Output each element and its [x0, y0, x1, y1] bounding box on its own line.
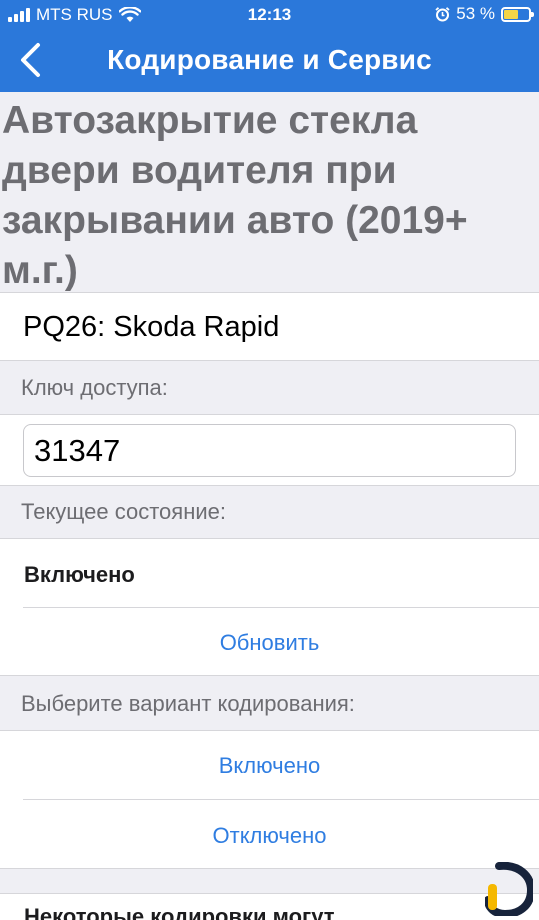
access-key-cell — [0, 414, 539, 486]
coding-options-label: Выберите вариант кодирования: — [21, 691, 355, 716]
model-cell: PQ26: Skoda Rapid — [0, 292, 539, 361]
page-title: Автозакрытие стекла двери водителя при з… — [2, 99, 468, 292]
back-button[interactable] — [10, 38, 50, 82]
current-state-value: Включено — [24, 562, 135, 587]
divider — [23, 607, 539, 608]
coding-option-disabled-button[interactable]: Отключено — [0, 823, 539, 849]
coding-option-enabled-button[interactable]: Включено — [0, 753, 539, 779]
notice-cell: Некоторые кодировки могут — [0, 893, 539, 920]
battery-icon — [501, 6, 534, 22]
divider — [23, 799, 539, 800]
logo-icon — [485, 862, 533, 916]
current-state-cell: Включено Обновить — [0, 538, 539, 676]
status-bar: MTS RUS 12:13 53 % — [0, 0, 539, 30]
battery-fill — [504, 9, 518, 19]
battery-percent: 53 % — [456, 4, 495, 23]
access-key-label: Ключ доступа: — [21, 375, 168, 400]
chevron-left-icon — [21, 43, 40, 77]
notice-text: Некоторые кодировки могут — [24, 904, 335, 920]
refresh-button[interactable]: Обновить — [0, 630, 539, 656]
navigation-bar: Кодирование и Сервис — [0, 30, 539, 92]
nav-title: Кодирование и Сервис — [107, 44, 432, 75]
access-key-input[interactable] — [23, 424, 516, 477]
coding-options-cell: Включено Отключено — [0, 730, 539, 869]
alarm-icon — [435, 6, 450, 21]
status-right: 53 % — [435, 4, 534, 24]
model-name: PQ26: Skoda Rapid — [23, 311, 280, 343]
current-state-label: Текущее состояние: — [21, 499, 226, 524]
